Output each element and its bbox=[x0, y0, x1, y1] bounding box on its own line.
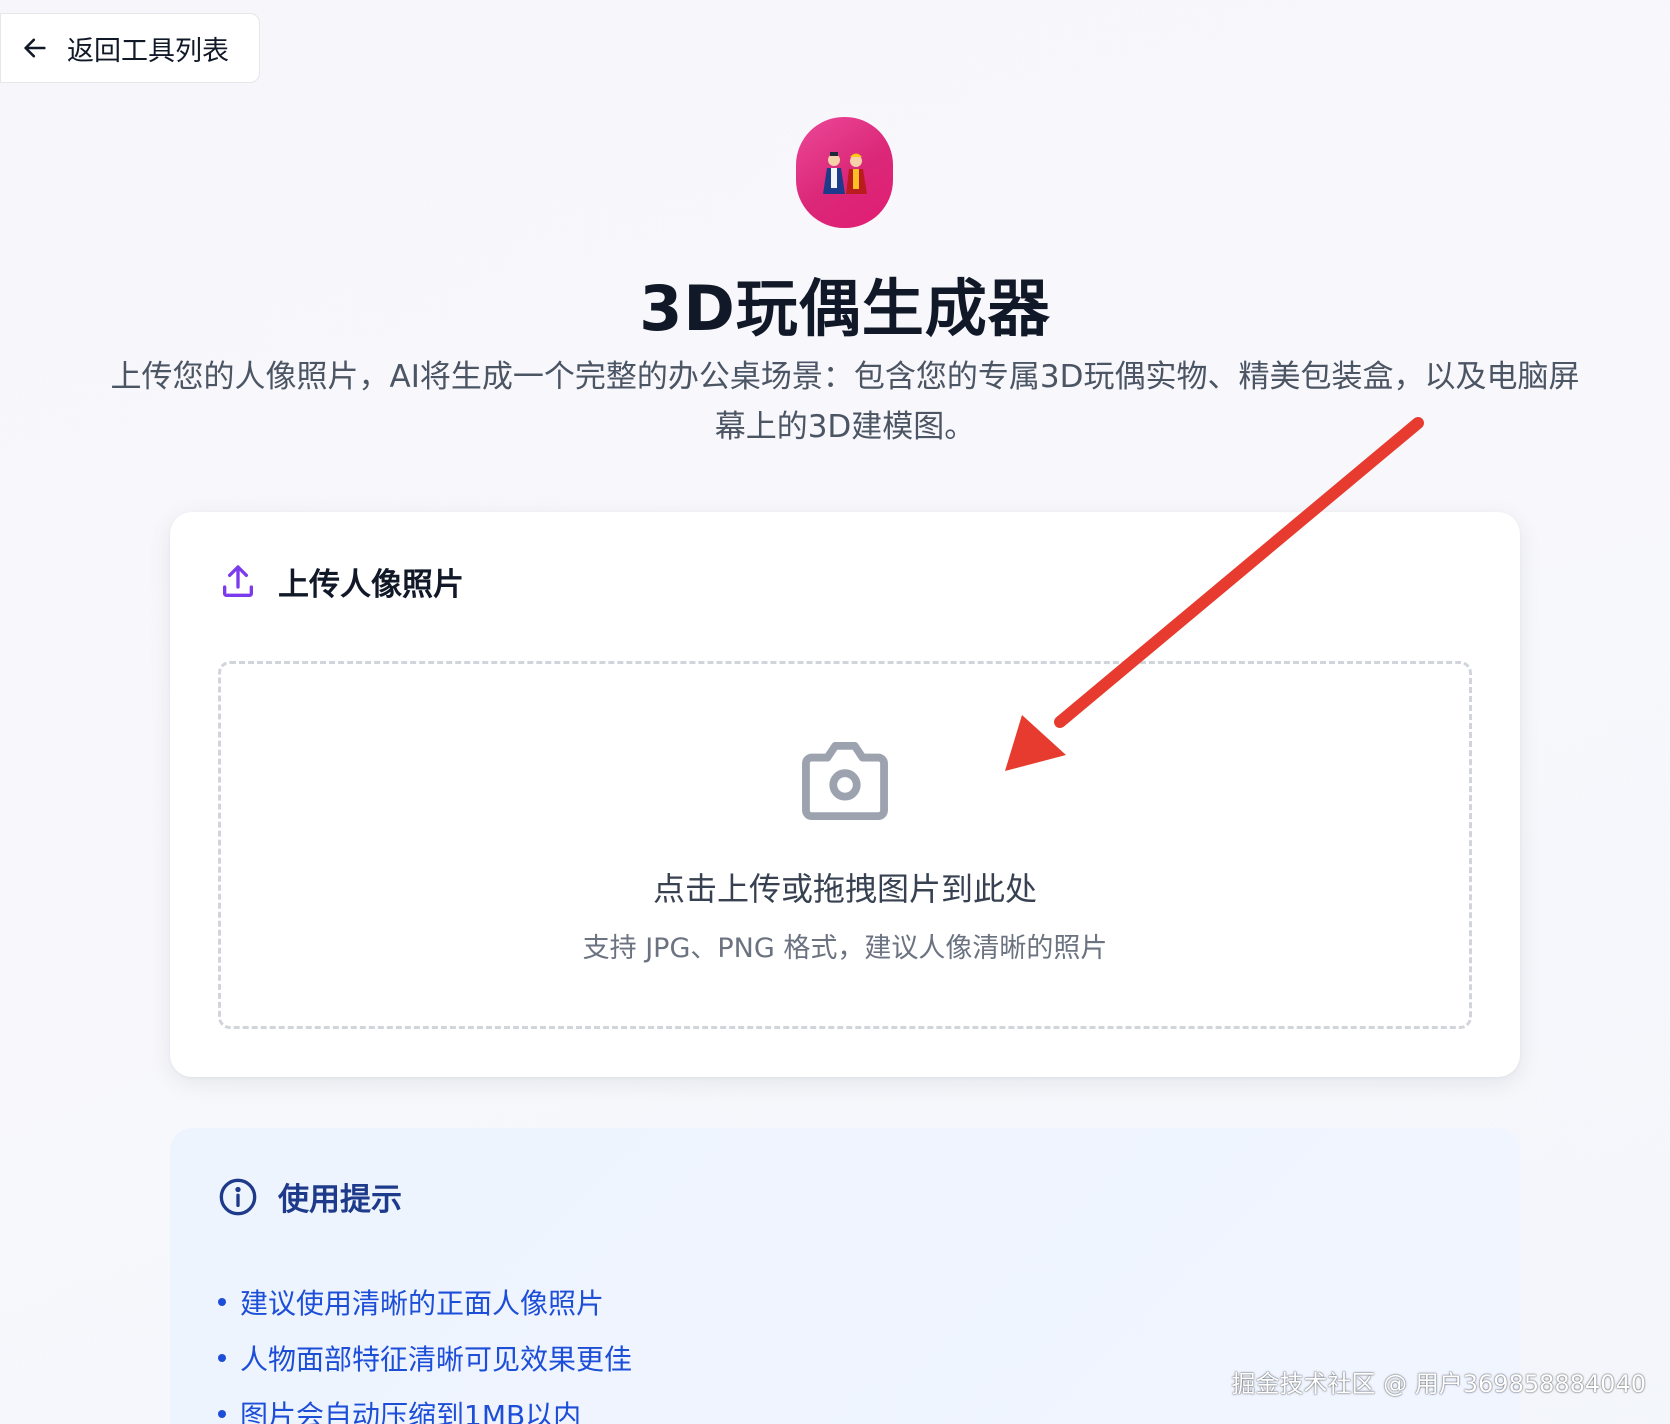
tip-text: 建议使用清晰的正面人像照片 bbox=[240, 1287, 605, 1320]
bullet-dot bbox=[218, 1298, 226, 1306]
tips-header: 使用提示 bbox=[218, 1174, 402, 1219]
upload-card-title: 上传人像照片 bbox=[278, 567, 464, 603]
page-subtitle: 上传您的人像照片，AI将生成一个完整的办公桌场景：包含您的专属3D玩偶实物、精美… bbox=[110, 359, 1580, 445]
dropzone-instruction: 点击上传或拖拽图片到此处 bbox=[652, 870, 1037, 908]
tips-list: 建议使用清晰的正面人像照片 人物面部特征清晰可见效果更佳 图片会自动压缩到1MB… bbox=[218, 1274, 632, 1424]
dolls-icon bbox=[822, 151, 867, 194]
dropzone-format-hint: 支持 JPG、PNG 格式，建议人像清晰的照片 bbox=[582, 933, 1108, 964]
image-dropzone[interactable]: 点击上传或拖拽图片到此处 支持 JPG、PNG 格式，建议人像清晰的照片 bbox=[218, 661, 1472, 1029]
page-title: 3D玩偶生成器 bbox=[639, 272, 1051, 345]
watermark-text: 掘金技术社区 @ 用户369858884040 bbox=[1231, 1370, 1647, 1398]
camera-icon bbox=[802, 741, 888, 821]
upload-card-header: 上传人像照片 bbox=[218, 559, 464, 604]
upload-card: 上传人像照片 点击上传或拖拽图片到此处 支持 JPG、PNG 格式，建议人像清晰… bbox=[170, 512, 1520, 1077]
upload-icon bbox=[223, 564, 253, 597]
back-to-tools-button[interactable]: 返回工具列表 bbox=[0, 13, 260, 83]
bullet-dot bbox=[218, 1354, 226, 1362]
tip-item: 建议使用清晰的正面人像照片 bbox=[218, 1274, 632, 1330]
tip-text: 人物面部特征清晰可见效果更佳 bbox=[240, 1343, 633, 1376]
tip-item: 人物面部特征清晰可见效果更佳 bbox=[218, 1330, 632, 1386]
tips-title: 使用提示 bbox=[278, 1182, 402, 1218]
tip-item: 图片会自动压缩到1MB以内 bbox=[218, 1386, 632, 1424]
bullet-dot bbox=[218, 1410, 226, 1418]
tip-text: 图片会自动压缩到1MB以内 bbox=[240, 1399, 582, 1424]
app-logo bbox=[796, 117, 893, 228]
back-button-label: 返回工具列表 bbox=[67, 35, 229, 67]
info-icon bbox=[219, 1178, 257, 1215]
arrow-left-icon bbox=[24, 38, 46, 58]
